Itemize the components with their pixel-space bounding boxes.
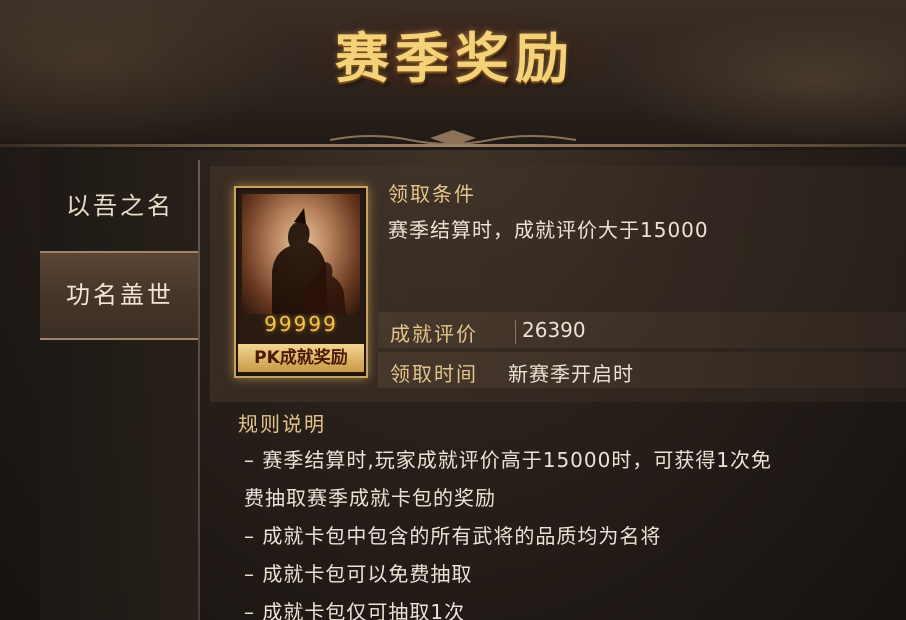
- score-value: 26390: [522, 318, 586, 342]
- header-background-right: [606, 10, 906, 150]
- rule-line: – 成就卡包中包含的所有武将的品质均为名将: [244, 524, 662, 548]
- rule-line: – 成就卡包可以免费抽取: [244, 562, 473, 586]
- warrior-silhouette-icon: [272, 208, 346, 314]
- header-background-left: [0, 0, 300, 150]
- score-label: 成就评价: [390, 322, 478, 346]
- sidebar-divider: [198, 160, 200, 620]
- general-portrait-image: [242, 194, 360, 314]
- sidebar: 以吾之名 功名盖世: [40, 150, 200, 620]
- card-quality-stars: 99999: [264, 312, 338, 336]
- rule-line: – 赛季结算时,玩家成就评价高于15000时，可获得1次免: [244, 448, 773, 472]
- page-title: 赛季奖励: [335, 26, 575, 90]
- header-divider: [0, 144, 906, 147]
- condition-text: 赛季结算时，成就评价大于15000: [388, 218, 709, 242]
- rule-line: 费抽取赛季成就卡包的奖励: [244, 486, 496, 510]
- reward-card[interactable]: 99999 PK成就奖励: [234, 186, 368, 378]
- rule-line: – 成就卡包仅可抽取1次: [244, 600, 466, 620]
- tab-label: 以吾之名: [66, 192, 174, 220]
- header: 赛季奖励: [0, 0, 906, 150]
- tab-label: 功名盖世: [66, 281, 174, 309]
- score-separator: [515, 320, 516, 344]
- claim-time-label: 领取时间: [390, 362, 478, 386]
- claim-time-value: 新赛季开启时: [508, 362, 634, 386]
- condition-title: 领取条件: [388, 182, 476, 206]
- card-label: PK成就奖励: [238, 344, 364, 372]
- tab-gongminggaishi[interactable]: 功名盖世: [40, 251, 200, 340]
- season-reward-screen: 赛季奖励 以吾之名 功名盖世 99999 PK成就奖励 领取条件 赛季结算时，成…: [0, 0, 906, 620]
- tab-yiwuzhiming[interactable]: 以吾之名: [40, 164, 200, 249]
- rules-title: 规则说明: [238, 412, 326, 436]
